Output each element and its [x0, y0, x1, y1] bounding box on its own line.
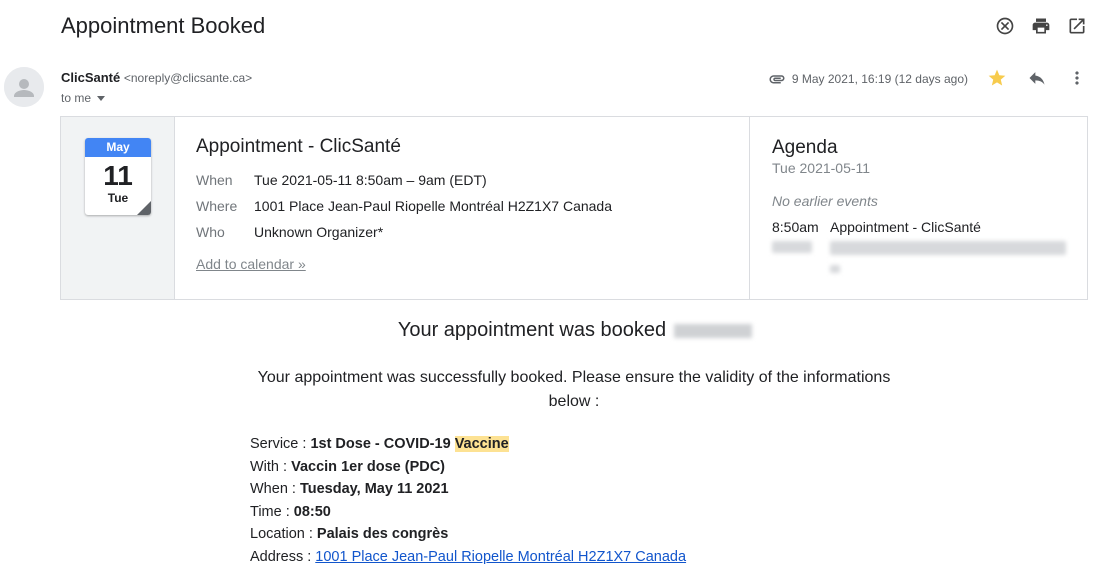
sender-name[interactable]: ClicSanté	[61, 70, 120, 85]
detail-value-highlight: Vaccine	[454, 436, 509, 452]
recipients-toggle[interactable]: to me	[61, 91, 106, 105]
email-subject: Appointment Booked	[61, 13, 266, 38]
invite-row-value: 1001 Place Jean-Paul Riopelle Montréal H…	[254, 198, 612, 214]
redacted-event-title-cont	[830, 265, 840, 273]
detail-service: Service : 1st Dose - COVID-19 Vaccine	[250, 433, 686, 456]
add-to-calendar-link[interactable]: Add to calendar »	[196, 256, 306, 272]
detail-address: Address : 1001 Place Jean-Paul Riopelle …	[250, 546, 686, 569]
message-date: 9 May 2021, 16:19 (12 days ago)	[791, 72, 968, 86]
redacted-name	[674, 323, 753, 338]
sender-avatar[interactable]	[4, 67, 44, 107]
calendar-date-icon: May 11 Tue	[85, 138, 151, 215]
body-headline: Your appointment was booked	[0, 319, 1104, 342]
detail-label: Address :	[250, 548, 316, 565]
headline-text: Your appointment was booked	[397, 319, 667, 341]
redacted-time	[772, 241, 812, 253]
star-icon[interactable]	[986, 67, 1008, 89]
appointment-details: Service : 1st Dose - COVID-19 Vaccine Wi…	[250, 433, 686, 569]
close-circle-icon[interactable]	[994, 15, 1016, 37]
sender-line: ClicSanté <noreply@clicsante.ca>	[61, 70, 252, 85]
default-person-icon	[4, 67, 44, 107]
detail-label: When :	[250, 481, 300, 498]
agenda-date: Tue 2021-05-11	[772, 160, 871, 176]
open-in-new-window-icon[interactable]	[1066, 15, 1088, 37]
agenda-no-earlier-events: No earlier events	[772, 193, 878, 209]
reply-icon[interactable]	[1026, 67, 1048, 89]
invite-details: Appointment - ClicSanté When Tue 2021-05…	[175, 117, 749, 299]
detail-label: With :	[250, 458, 292, 475]
invite-row-label: When	[196, 172, 233, 188]
invite-date-panel: May 11 Tue	[61, 117, 175, 299]
detail-label: Time :	[250, 503, 294, 520]
invite-row-label: Where	[196, 198, 238, 214]
detail-when: When : Tuesday, May 11 2021	[250, 478, 686, 501]
page-fold-decoration	[137, 201, 151, 215]
top-actions	[994, 15, 1088, 37]
detail-value: Palais des congrès	[316, 526, 449, 543]
calendar-invite-card: May 11 Tue Appointment - ClicSanté When …	[60, 116, 1088, 300]
detail-time: Time : 08:50	[250, 501, 686, 524]
invite-row-when: When Tue 2021-05-11 8:50am – 9am (EDT)	[196, 172, 749, 188]
attachment-icon	[769, 75, 785, 84]
agenda-event[interactable]: 8:50am Appointment - ClicSanté	[772, 219, 1087, 235]
chevron-down-icon	[97, 95, 106, 101]
agenda-title: Agenda	[772, 137, 838, 158]
sender-email: <noreply@clicsante.ca>	[123, 71, 253, 85]
agenda-event-title: Appointment - ClicSanté	[830, 219, 981, 235]
detail-value: Vaccin 1er dose (PDC)	[291, 458, 446, 475]
detail-value: 1st Dose - COVID-19	[310, 436, 455, 452]
cal-month: May	[85, 138, 151, 157]
more-vert-icon[interactable]	[1066, 67, 1088, 89]
recipients-label: to me	[61, 91, 92, 105]
agenda-event-time: 8:50am	[772, 219, 819, 235]
address-link[interactable]: 1001 Place Jean-Paul Riopelle Montréal H…	[315, 549, 686, 565]
detail-with: With : Vaccin 1er dose (PDC)	[250, 456, 686, 479]
message-meta: 9 May 2021, 16:19 (12 days ago)	[768, 70, 968, 88]
cal-day: 11	[103, 160, 133, 191]
detail-location: Location : Palais des congrès	[250, 523, 686, 546]
detail-label: Service :	[250, 436, 311, 452]
invite-row-value: Tue 2021-05-11 8:50am – 9am (EDT)	[254, 172, 487, 188]
agenda-panel: Agenda Tue 2021-05-11 No earlier events …	[749, 117, 1087, 299]
redacted-event-title	[830, 241, 1066, 255]
invite-row-where: Where 1001 Place Jean-Paul Riopelle Mont…	[196, 198, 749, 214]
detail-label: Location :	[250, 526, 317, 543]
body-intro: Your appointment was successfully booked…	[257, 369, 891, 410]
invite-row-label: Who	[196, 224, 225, 240]
print-icon[interactable]	[1030, 15, 1052, 37]
detail-value: 08:50	[293, 503, 331, 520]
invite-row-value: Unknown Organizer*	[254, 224, 384, 240]
invite-title: Appointment - ClicSanté	[196, 136, 401, 157]
detail-value: Tuesday, May 11 2021	[299, 481, 449, 498]
message-actions	[986, 67, 1088, 89]
invite-row-who: Who Unknown Organizer*	[196, 224, 749, 240]
